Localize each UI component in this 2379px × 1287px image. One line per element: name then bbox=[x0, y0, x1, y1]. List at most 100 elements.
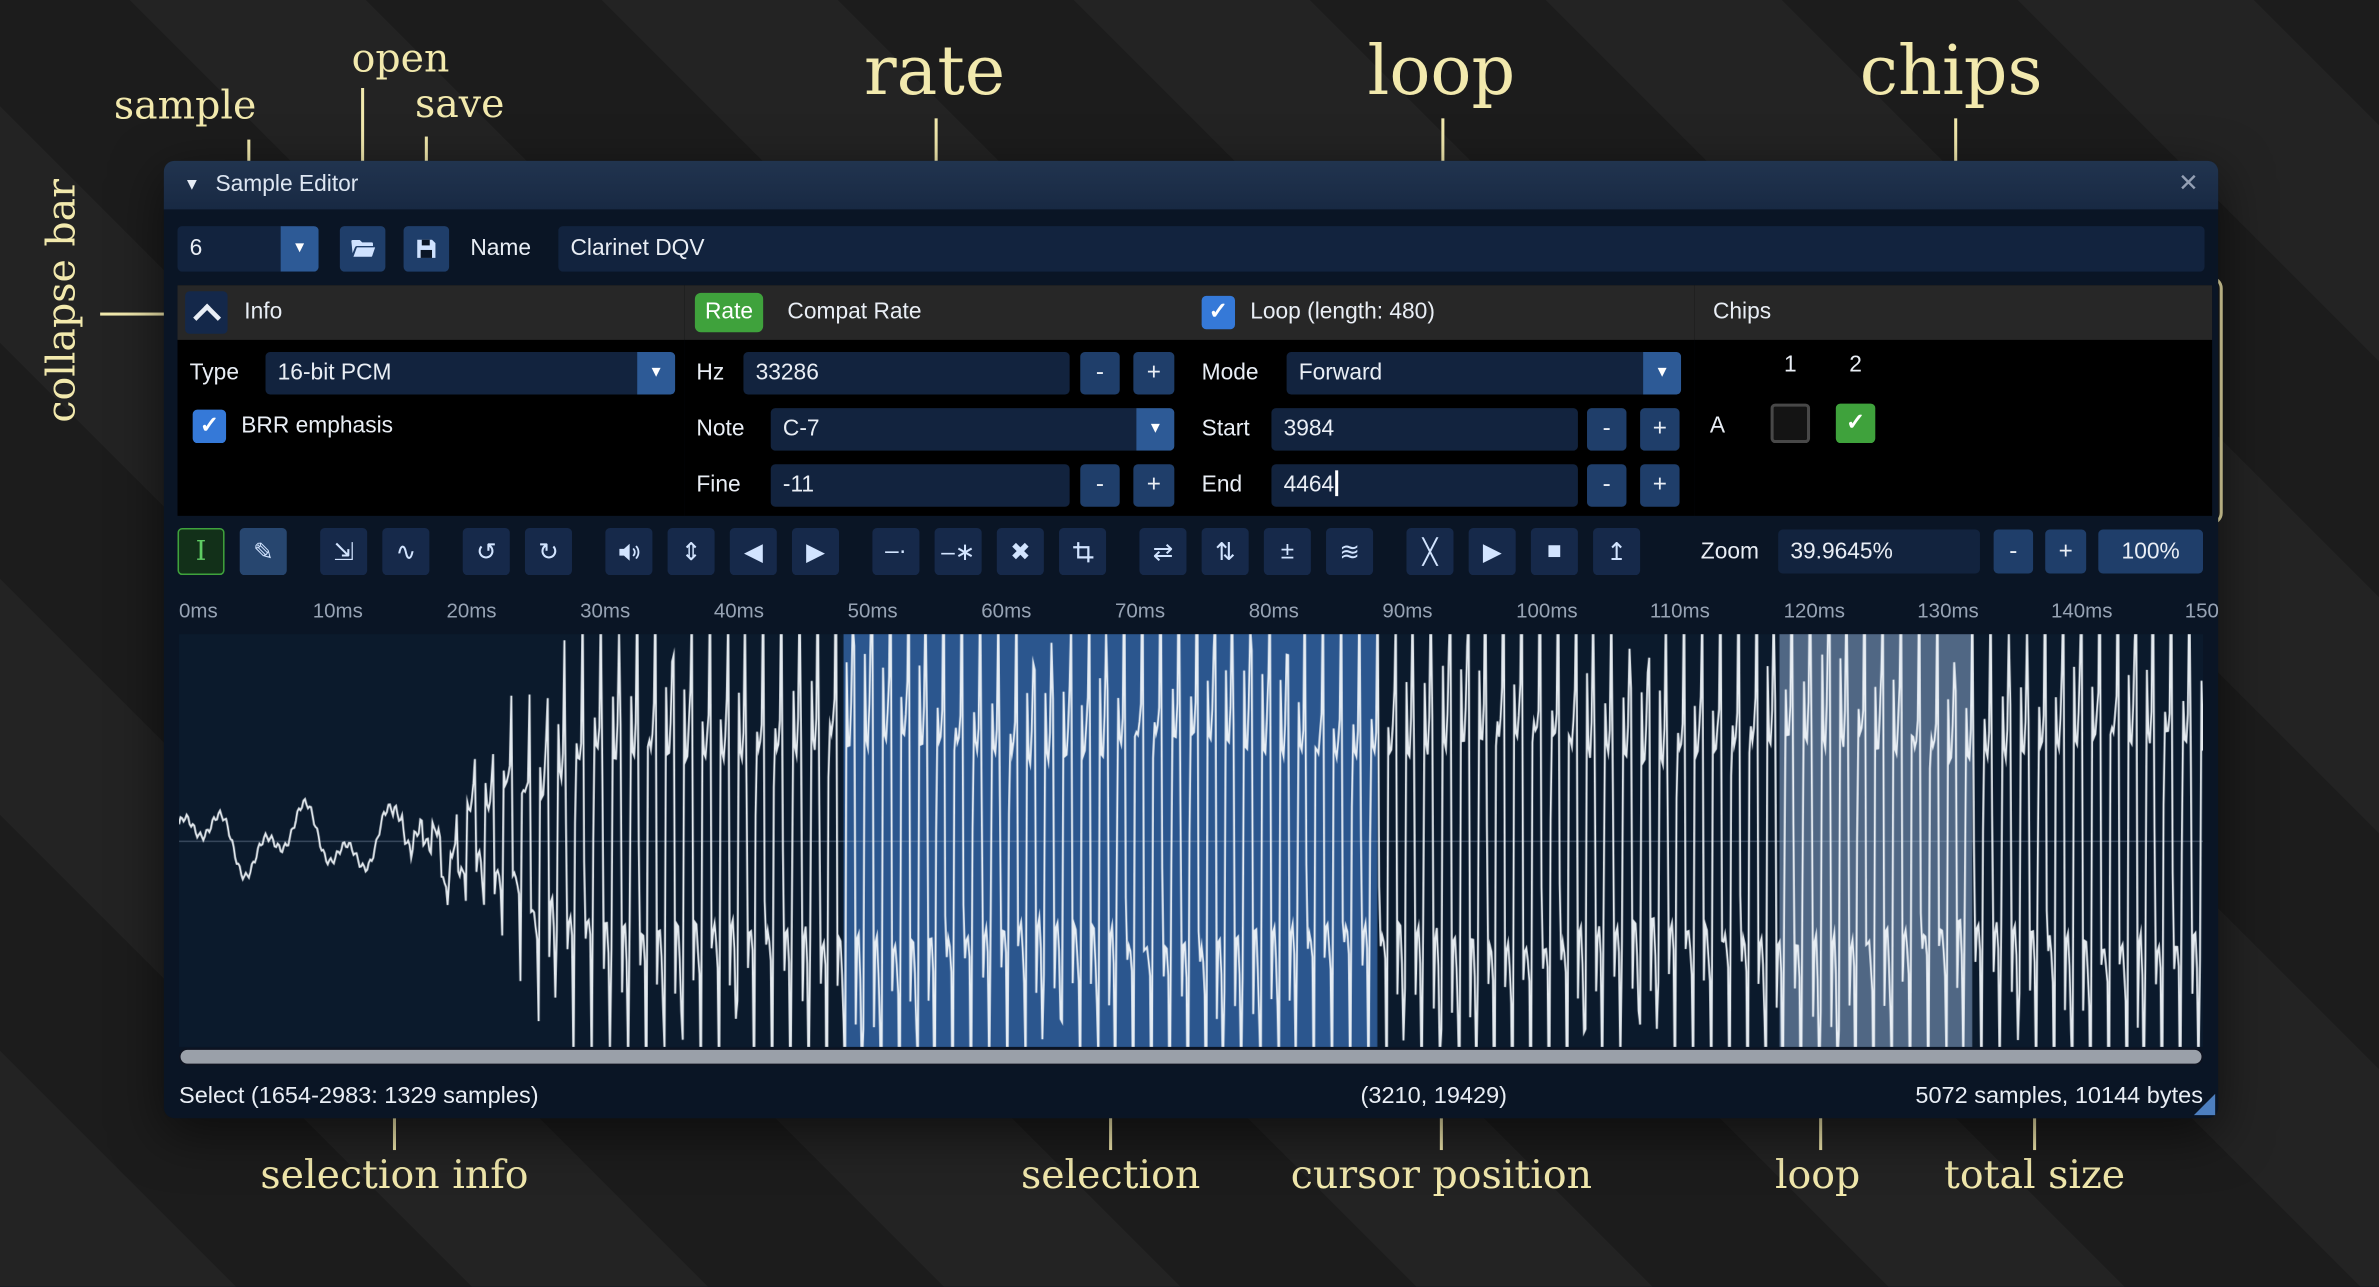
loop-end-minus-button[interactable]: - bbox=[1587, 464, 1626, 506]
sign-icon: ± bbox=[1281, 538, 1294, 565]
chevron-up-icon bbox=[192, 303, 220, 331]
fine-minus-button[interactable]: - bbox=[1080, 464, 1119, 506]
insert-silence-button[interactable]: –· bbox=[872, 528, 919, 575]
undo-button[interactable]: ↺ bbox=[463, 528, 510, 575]
loop-mode-select[interactable]: Forward ▼ bbox=[1287, 352, 1681, 394]
loop-end-plus-button[interactable]: + bbox=[1640, 464, 1679, 506]
annotation-total-size-label: total size bbox=[1944, 1153, 2125, 1199]
fade-in-icon: ◀ bbox=[744, 536, 763, 566]
trim-button[interactable] bbox=[1059, 528, 1106, 575]
apply-silence-icon: –∗ bbox=[941, 536, 975, 566]
rate-badge-button[interactable]: Rate bbox=[695, 293, 763, 332]
timeline-tick: 130ms bbox=[1917, 592, 1978, 631]
sign-button[interactable]: ± bbox=[1264, 528, 1311, 575]
create-wavetable-icon: ↥ bbox=[1606, 536, 1626, 566]
zoom-input[interactable]: 39.9645% bbox=[1778, 530, 1980, 574]
loop-start-minus-button[interactable]: - bbox=[1587, 408, 1626, 450]
chevron-down-icon: ▼ bbox=[281, 226, 319, 272]
open-button[interactable] bbox=[340, 226, 386, 272]
crossfade-icon: ╳ bbox=[1423, 536, 1438, 566]
resample-button[interactable]: ∿ bbox=[382, 528, 429, 575]
timeline-tick: 20ms bbox=[446, 592, 496, 631]
timeline-tick: 120ms bbox=[1784, 592, 1845, 631]
cursor-position-text: (3210, 19429) bbox=[1361, 1076, 1507, 1118]
loop-checkbox[interactable]: ✓ bbox=[1202, 296, 1235, 329]
loop-start-plus-button[interactable]: + bbox=[1640, 408, 1679, 450]
fade-in-button[interactable]: ◀ bbox=[730, 528, 777, 575]
hz-plus-button[interactable]: + bbox=[1133, 352, 1174, 394]
check-icon: ✓ bbox=[1209, 299, 1228, 325]
note-select[interactable]: C-7 ▼ bbox=[771, 408, 1175, 450]
fade-out-button[interactable]: ▶ bbox=[792, 528, 839, 575]
filter-icon: ≋ bbox=[1339, 536, 1359, 566]
fine-input[interactable]: -11 bbox=[771, 464, 1070, 506]
chevron-down-icon: ▼ bbox=[637, 352, 675, 394]
draw-tool-icon: ✎ bbox=[253, 536, 273, 566]
loop-start-input[interactable]: 3984 bbox=[1271, 408, 1577, 450]
chips-row-a-label: A bbox=[1710, 407, 1725, 446]
window-resize-grip[interactable] bbox=[2194, 1094, 2215, 1115]
annotation-cursor-position-label: cursor position bbox=[1291, 1153, 1592, 1199]
waveform-canvas[interactable] bbox=[179, 634, 2203, 1047]
rate-header-label: Compat Rate bbox=[787, 285, 921, 340]
window-collapse-icon[interactable]: ▼ bbox=[184, 161, 201, 210]
name-input[interactable]: Clarinet DQV bbox=[558, 226, 2204, 272]
timeline-tick: 30ms bbox=[580, 592, 630, 631]
zoom-reset-button[interactable]: 100% bbox=[2098, 530, 2203, 574]
brr-emphasis-checkbox[interactable]: ✓ bbox=[193, 410, 226, 443]
preview-button[interactable]: ▶ bbox=[1469, 528, 1516, 575]
text-cursor bbox=[1336, 470, 1339, 496]
normalize-button[interactable]: ⇕ bbox=[668, 528, 715, 575]
timeline-tick: 80ms bbox=[1249, 592, 1299, 631]
loop-end-input[interactable]: 4464 bbox=[1271, 464, 1577, 506]
timeline-tick: 40ms bbox=[714, 592, 764, 631]
select-tool-button[interactable]: I bbox=[178, 528, 225, 575]
zoom-in-button[interactable]: + bbox=[2045, 530, 2086, 574]
note-value: C-7 bbox=[783, 416, 820, 442]
filter-button[interactable]: ≋ bbox=[1326, 528, 1373, 575]
apply-silence-button[interactable]: –∗ bbox=[935, 528, 982, 575]
desktop-background: sample open save rate loop chips collaps… bbox=[0, 0, 2379, 1287]
timeline-tick: 140ms bbox=[2051, 592, 2112, 631]
timeline-tick: 100ms bbox=[1516, 592, 1577, 631]
loop-mode-label: Mode bbox=[1202, 352, 1259, 394]
sample-number-value: 6 bbox=[190, 235, 203, 261]
type-select[interactable]: 16-bit PCM ▼ bbox=[266, 352, 676, 394]
scrollbar-thumb[interactable] bbox=[181, 1050, 2202, 1064]
stop-button[interactable]: ■ bbox=[1531, 528, 1578, 575]
loop-end-label: End bbox=[1202, 464, 1243, 506]
hz-label: Hz bbox=[696, 352, 724, 394]
close-icon[interactable]: ✕ bbox=[2178, 161, 2198, 210]
collapse-info-button[interactable] bbox=[185, 291, 227, 333]
timeline-tick: 90ms bbox=[1382, 592, 1432, 631]
crossfade-button[interactable]: ╳ bbox=[1406, 528, 1453, 575]
delete-button[interactable]: ✖ bbox=[997, 528, 1044, 575]
zoom-out-button[interactable]: - bbox=[1994, 530, 2033, 574]
create-wavetable-button[interactable]: ↥ bbox=[1593, 528, 1640, 575]
fine-plus-button[interactable]: + bbox=[1133, 464, 1174, 506]
fade-out-icon: ▶ bbox=[806, 536, 825, 566]
timeline-ruler: 0ms10ms20ms30ms40ms50ms60ms70ms80ms90ms1… bbox=[164, 592, 2218, 631]
sample-editor-window: ▼ Sample Editor ✕ 6 ▼ Name Clarinet DQV bbox=[164, 161, 2218, 1118]
hz-minus-button[interactable]: - bbox=[1080, 352, 1119, 394]
timeline-tick: 10ms bbox=[313, 592, 363, 631]
resize-button[interactable]: ⇲ bbox=[320, 528, 367, 575]
annotation-save-label: save bbox=[415, 82, 504, 128]
invert-button[interactable]: ⇅ bbox=[1202, 528, 1249, 575]
window-titlebar[interactable]: ▼ Sample Editor ✕ bbox=[164, 161, 2218, 210]
save-button[interactable] bbox=[404, 226, 450, 272]
status-bar: Select (1654-2983: 1329 samples) (3210, … bbox=[164, 1076, 2218, 1118]
loop-mode-value: Forward bbox=[1299, 360, 1382, 386]
zoom-label: Zoom bbox=[1701, 528, 1759, 575]
reverse-button[interactable]: ⇄ bbox=[1139, 528, 1186, 575]
chip-a2-checkbox[interactable]: ✓ bbox=[1836, 404, 1875, 443]
draw-tool-button[interactable]: ✎ bbox=[240, 528, 287, 575]
waveform-scrollbar[interactable] bbox=[179, 1048, 2203, 1065]
redo-button[interactable]: ↻ bbox=[525, 528, 572, 575]
hz-input[interactable]: 33286 bbox=[743, 352, 1069, 394]
amplify-button[interactable] bbox=[605, 528, 652, 575]
chip-a1-checkbox[interactable] bbox=[1771, 404, 1810, 443]
type-label: Type bbox=[190, 352, 239, 394]
annotation-loop-label: loop bbox=[1367, 30, 1515, 110]
sample-number-select[interactable]: 6 ▼ bbox=[178, 226, 319, 272]
